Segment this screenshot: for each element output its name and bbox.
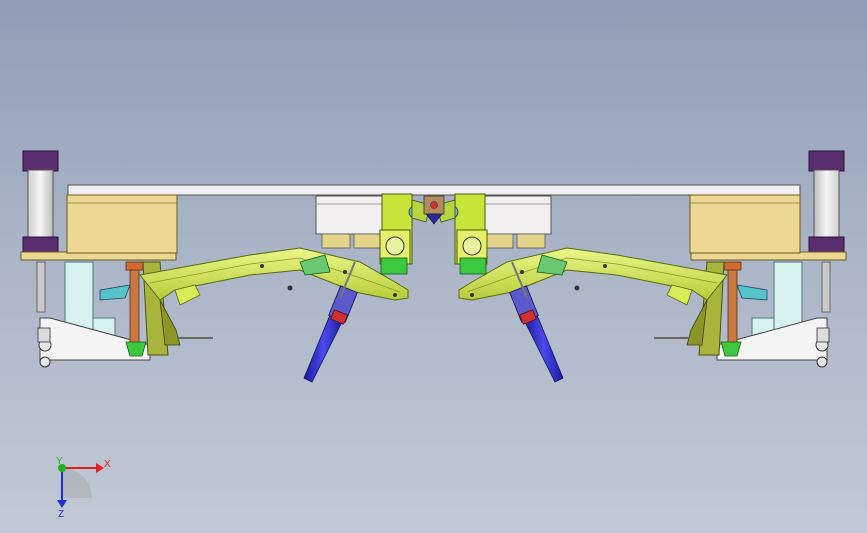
view-orientation-triad[interactable]: X Y Z	[56, 456, 111, 520]
fixture-model[interactable]: X Y Z	[0, 0, 867, 533]
z-axis-label: Z	[58, 509, 64, 520]
x-axis-label: X	[104, 459, 111, 470]
cad-graphics-area[interactable]: X Y Z	[0, 0, 867, 533]
y-axis-label: Y	[56, 456, 63, 467]
top-beam	[67, 184, 801, 196]
